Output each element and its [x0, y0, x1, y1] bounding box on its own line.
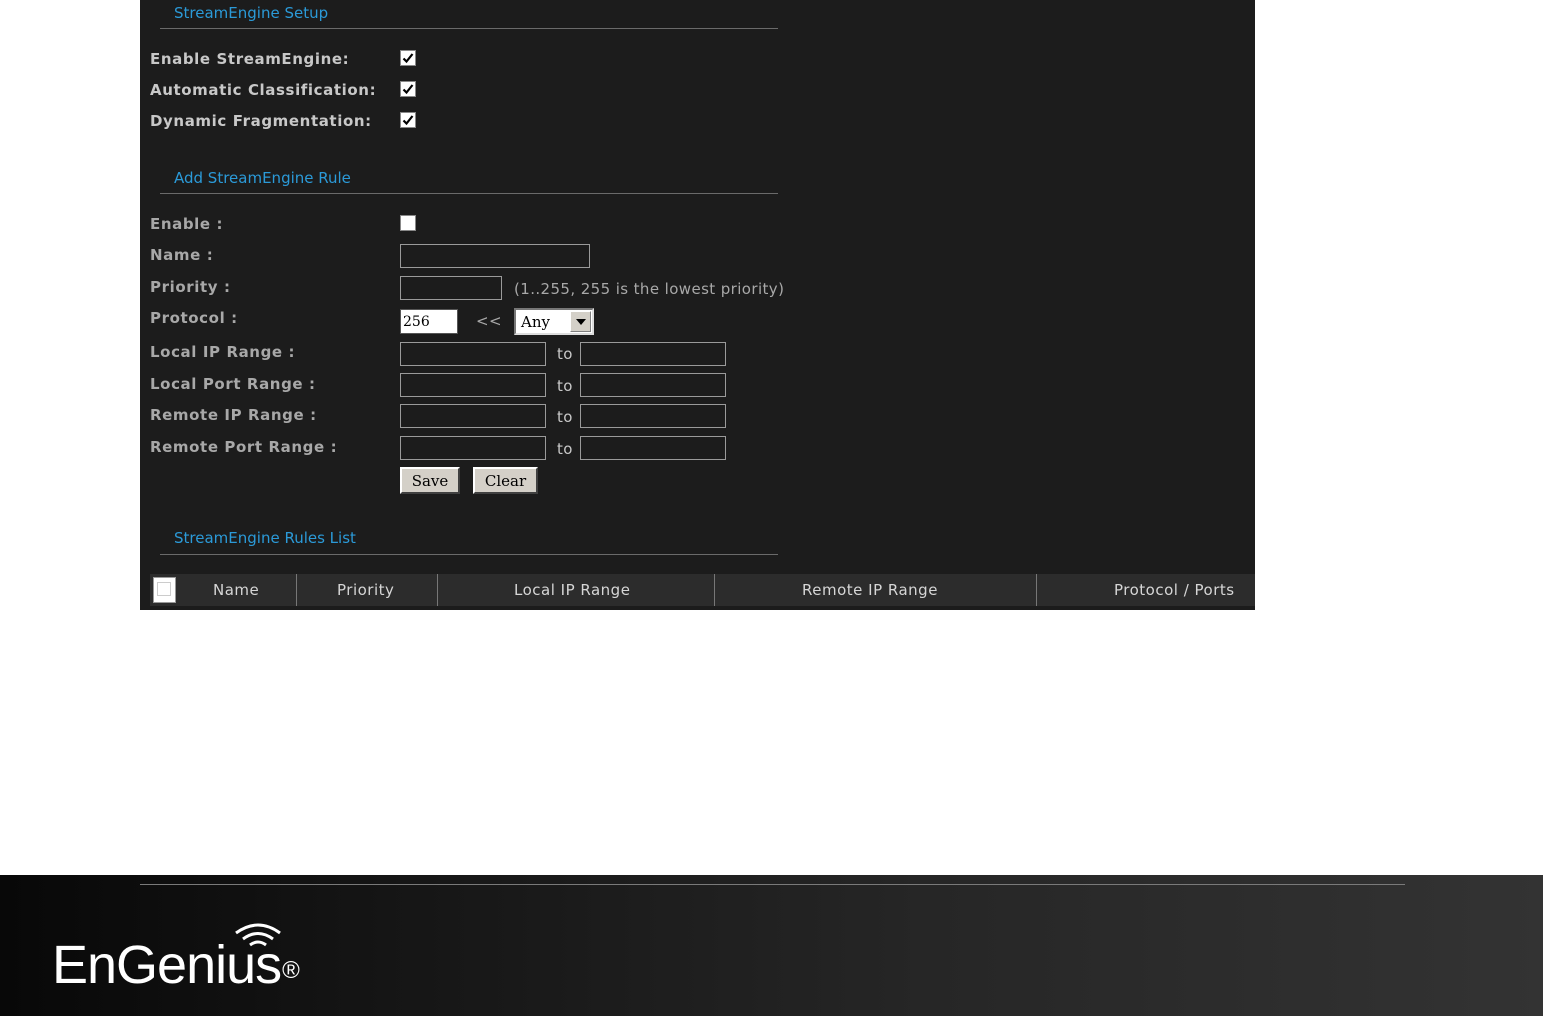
protocol-number-input[interactable] — [400, 309, 458, 334]
checkmark-icon — [402, 115, 414, 126]
remote-port-to: to — [557, 440, 573, 458]
setup-section-divider — [160, 28, 778, 29]
remote-port-range-label: Remote Port Range : — [150, 438, 338, 456]
remote-ip-to: to — [557, 408, 573, 426]
rule-name-input[interactable] — [400, 244, 590, 268]
rule-enable-label: Enable : — [150, 215, 224, 233]
remote-ip-range-label: Remote IP Range : — [150, 406, 317, 424]
setup-section-title: StreamEngine Setup — [174, 4, 329, 22]
column-divider — [714, 574, 715, 606]
remote-port-end-input[interactable] — [580, 436, 726, 460]
local-ip-to: to — [557, 345, 573, 363]
checkmark-icon — [402, 84, 414, 95]
rule-name-label: Name : — [150, 246, 214, 264]
protocol-select[interactable]: Any — [514, 308, 594, 335]
local-ip-range-label: Local IP Range : — [150, 343, 296, 361]
dynamic-fragmentation-label: Dynamic Fragmentation: — [150, 112, 372, 130]
rule-protocol-label: Protocol : — [150, 309, 238, 327]
rules-list-section-title: StreamEngine Rules List — [174, 529, 356, 547]
footer-banner: EnGenius® — [0, 875, 1543, 1016]
enable-streamengine-label: Enable StreamEngine: — [150, 50, 350, 68]
local-port-to: to — [557, 377, 573, 395]
column-divider — [437, 574, 438, 606]
checkmark-icon — [402, 53, 414, 64]
remote-ip-end-input[interactable] — [580, 404, 726, 428]
local-ip-end-input[interactable] — [580, 342, 726, 366]
logo-text: EnGenius — [52, 935, 282, 995]
column-header-remote-ip-range: Remote IP Range — [802, 581, 938, 599]
enable-streamengine-checkbox[interactable] — [400, 50, 416, 66]
save-button[interactable]: Save — [400, 467, 460, 494]
engenius-logo: EnGenius® — [52, 935, 300, 995]
local-port-range-label: Local Port Range : — [150, 375, 316, 393]
rule-priority-label: Priority : — [150, 278, 231, 296]
column-divider — [296, 574, 297, 606]
clear-button[interactable]: Clear — [473, 467, 538, 494]
add-rule-section-title: Add StreamEngine Rule — [174, 169, 351, 187]
local-port-start-input[interactable] — [400, 373, 546, 397]
column-header-protocol-ports: Protocol / Ports — [1114, 581, 1235, 599]
priority-hint: (1..255, 255 is the lowest priority) — [514, 280, 785, 298]
automatic-classification-checkbox[interactable] — [400, 81, 416, 97]
protocol-select-value: Any — [521, 313, 550, 331]
remote-port-start-input[interactable] — [400, 436, 546, 460]
dynamic-fragmentation-checkbox[interactable] — [400, 112, 416, 128]
rule-enable-checkbox[interactable] — [400, 215, 416, 231]
remote-ip-start-input[interactable] — [400, 404, 546, 428]
registered-mark: ® — [282, 957, 300, 984]
add-rule-section-divider — [160, 193, 778, 194]
rules-list-section-divider — [160, 554, 778, 555]
column-header-priority: Priority — [337, 581, 395, 599]
chevron-down-icon[interactable] — [570, 311, 591, 332]
automatic-classification-label: Automatic Classification: — [150, 81, 377, 99]
local-ip-start-input[interactable] — [400, 342, 546, 366]
column-header-name: Name — [213, 581, 260, 599]
select-all-checkbox[interactable] — [153, 577, 176, 603]
footer-divider — [140, 884, 1405, 885]
streamengine-panel: StreamEngine Setup Enable StreamEngine: … — [140, 0, 1255, 610]
local-port-end-input[interactable] — [580, 373, 726, 397]
rules-table-header: Name Priority Local IP Range Remote IP R… — [150, 574, 1255, 606]
rule-priority-input[interactable] — [400, 276, 502, 300]
protocol-arrow: << — [476, 312, 502, 330]
column-header-local-ip-range: Local IP Range — [514, 581, 631, 599]
column-divider — [1036, 574, 1037, 606]
